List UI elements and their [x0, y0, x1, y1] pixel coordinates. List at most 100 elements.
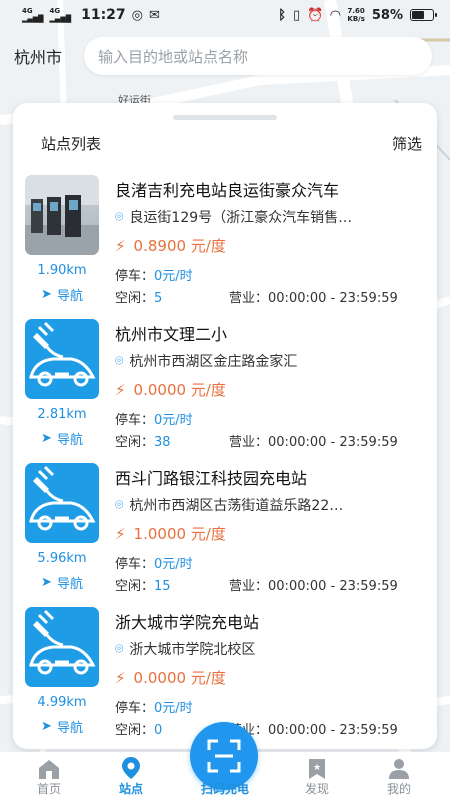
network-indicator-1: 4G ▂▄▆█ — [22, 7, 44, 23]
navigate-label: 导航 — [56, 289, 83, 304]
station-item[interactable]: 5.96km ➤ 导航 西斗门路银江科技园充电站 ⌾ 杭州市西湖区古荡街道益乐路22… — [13, 463, 437, 607]
station-address-text: 杭州市西湖区古荡街道益乐路22… — [129, 498, 344, 514]
business-hours: 营业：00:00:00 - 23:59:59 — [229, 431, 398, 450]
home-icon — [14, 756, 84, 780]
tab-home-label: 首页 — [36, 782, 61, 796]
parking-label: 停车： — [115, 701, 155, 716]
city-selector[interactable]: 杭州市 — [0, 44, 84, 68]
parking-value: 0元/时 — [154, 701, 193, 716]
station-item[interactable]: 2.81km ➤ 导航 杭州市文理二小 ⌾ 杭州市西湖区金庄路金家汇 ⚡ 0.0000… — [13, 319, 437, 463]
station-distance: 1.90km — [37, 263, 87, 278]
parking-label: 停车： — [115, 557, 155, 572]
station-distance: 4.99km — [37, 695, 87, 710]
tab-stations-label: 站点 — [118, 782, 143, 796]
parking-fee: 停车：0元/时 — [115, 265, 193, 284]
station-item[interactable]: 1.90km ➤ 导航 良渚吉利充电站良运街豪众汽车 ⌾ 良运街129号（浙江豪众汽… — [13, 175, 437, 319]
tab-discover-label: 发现 — [304, 782, 329, 796]
scan-charge-label: 扫码充电 — [200, 782, 249, 796]
ev-car-icon — [25, 319, 99, 399]
parking-label: 停车： — [115, 269, 155, 284]
parking-fee: 停车：0元/时 — [115, 553, 193, 572]
free-slots: 空闲：38 — [115, 431, 171, 450]
station-name: 杭州市文理二小 — [115, 325, 228, 344]
station-address: ⌾ 浙大城市学院北校区 — [115, 639, 421, 659]
navigate-button[interactable]: ➤ 导航 — [17, 285, 107, 304]
tab-discover[interactable]: ★ 发现 — [282, 756, 352, 797]
navigate-label: 导航 — [56, 433, 83, 448]
tab-mine-label: 我的 — [386, 782, 411, 796]
search-input[interactable]: 输入目的地或站点名称 — [84, 37, 432, 75]
business-hours: 营业：00:00:00 - 23:59:59 — [229, 287, 398, 306]
business-hours: 营业：00:00:00 - 23:59:59 — [229, 719, 398, 738]
parking-value: 0元/时 — [154, 413, 193, 428]
navigate-label: 导航 — [56, 577, 83, 592]
station-price-text: 0.8900 元/度 — [133, 237, 226, 255]
sync-icon: ◎ — [131, 7, 144, 23]
alarm-icon: ⏰ — [307, 7, 324, 23]
station-distance: 2.81km — [37, 407, 87, 422]
free-label: 空闲： — [115, 291, 155, 306]
navigation-arrow-icon: ➤ — [41, 431, 52, 446]
navigate-label: 导航 — [56, 721, 83, 736]
station-address: ⌾ 杭州市西湖区古荡街道益乐路22… — [115, 495, 421, 515]
tab-stations[interactable]: 站点 — [96, 756, 166, 797]
hours-value: 00:00:00 - 23:59:59 — [268, 291, 398, 306]
tab-home[interactable]: 首页 — [14, 756, 84, 797]
filter-button[interactable]: 筛选 — [392, 133, 422, 154]
ev-car-icon — [25, 607, 99, 687]
user-icon — [364, 756, 434, 780]
free-value: 15 — [154, 579, 171, 594]
station-address: ⌾ 良运街129号（浙江豪众汽车销售… — [115, 207, 421, 227]
station-price: ⚡ 0.0000 元/度 — [115, 667, 226, 688]
lightning-icon: ⚡ — [115, 380, 126, 399]
station-list-panel: 站点列表 筛选 1.90km ➤ 导航 良渚吉利充电站良运街豪众汽车 ⌾ 良运街12… — [13, 103, 437, 749]
free-slots: 空闲：0 — [115, 719, 162, 738]
svg-text:★: ★ — [313, 763, 321, 773]
battery-percent: 58% — [371, 7, 403, 23]
network-indicator-2: 4G ▂▄▆█ — [49, 7, 72, 23]
free-label: 空闲： — [115, 579, 155, 594]
free-slots: 空闲：15 — [115, 575, 171, 594]
station-price-text: 0.0000 元/度 — [133, 669, 226, 687]
network-speed: 7.60 KB/s — [347, 7, 365, 23]
bluetooth-icon: ᛒ — [278, 7, 287, 23]
business-hours: 营业：00:00:00 - 23:59:59 — [229, 575, 398, 594]
free-value: 5 — [154, 291, 163, 306]
wechat-icon: ✉ — [149, 7, 160, 23]
panel-title: 站点列表 — [41, 135, 102, 153]
battery-fill — [412, 11, 424, 19]
hours-label: 营业： — [229, 579, 269, 594]
station-price-text: 0.0000 元/度 — [133, 381, 226, 399]
tab-mine[interactable]: 我的 — [364, 756, 434, 797]
wifi-icon: ◠ — [330, 7, 341, 23]
lightning-icon: ⚡ — [115, 524, 126, 543]
battery-icon — [410, 9, 437, 21]
station-name: 浙大城市学院充电站 — [115, 613, 260, 632]
station-address-text: 浙大城市学院北校区 — [129, 642, 256, 658]
navigate-button[interactable]: ➤ 导航 — [17, 429, 107, 448]
location-pin-icon: ⌾ — [115, 641, 124, 657]
free-value: 38 — [154, 435, 171, 450]
parking-value: 0元/时 — [154, 269, 193, 284]
navigate-button[interactable]: ➤ 导航 — [17, 717, 107, 736]
scan-icon — [207, 739, 241, 773]
vibrate-icon: ▯ — [293, 7, 301, 23]
hours-value: 00:00:00 - 23:59:59 — [268, 435, 398, 450]
station-name: 良渚吉利充电站良运街豪众汽车 — [115, 181, 340, 200]
panel-header: 站点列表 筛选 — [13, 133, 437, 154]
location-pin-icon: ⌾ — [115, 497, 124, 513]
navigate-button[interactable]: ➤ 导航 — [17, 573, 107, 592]
free-label: 空闲： — [115, 435, 155, 450]
status-time: 11:27 — [81, 7, 126, 23]
ev-car-icon — [25, 463, 99, 543]
drag-handle[interactable] — [173, 115, 277, 120]
bookmark-star-icon: ★ — [282, 756, 352, 780]
free-value: 0 — [154, 723, 163, 738]
station-photo — [25, 175, 99, 255]
station-price-text: 1.0000 元/度 — [133, 525, 226, 543]
station-address-text: 杭州市西湖区金庄路金家汇 — [129, 354, 298, 370]
lightning-icon: ⚡ — [115, 236, 126, 255]
top-search-bar: 杭州市 输入目的地或站点名称 — [0, 36, 450, 76]
lightning-icon: ⚡ — [115, 668, 126, 687]
station-name: 西斗门路银江科技园充电站 — [115, 469, 308, 488]
